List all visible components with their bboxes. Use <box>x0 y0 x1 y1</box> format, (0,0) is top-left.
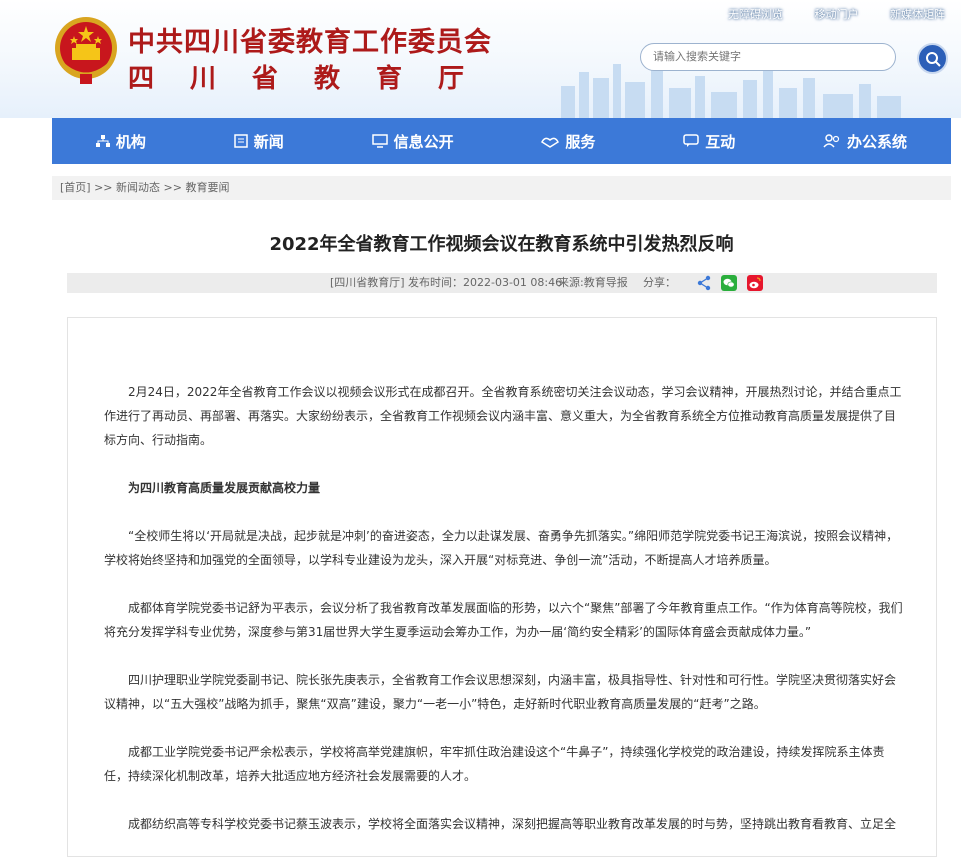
search-input[interactable] <box>640 43 896 71</box>
nav-item-news[interactable]: 新闻 <box>233 131 284 152</box>
accessibility-link[interactable]: 无障碍浏览 <box>728 6 783 22</box>
national-emblem-logo <box>55 17 117 84</box>
breadcrumb-edu-news[interactable]: 教育要闻 <box>185 181 229 194</box>
site-header: 无障碍浏览 移动门户 新媒体矩阵 中共四川省委教育工作委员会 四川省教育厅 <box>0 0 961 118</box>
article-title: 2022年全省教育工作视频会议在教育系统中引发热烈反响 <box>269 234 734 255</box>
users-icon <box>823 134 840 148</box>
publish-time: 发布时间：2022-03-01 08:46 <box>408 276 563 289</box>
mobile-portal-link[interactable]: 移动门户 <box>815 6 859 22</box>
main-nav: 机构 新闻 信息公开 服务 互动 办公系统 <box>52 118 951 164</box>
search-button[interactable] <box>917 43 948 74</box>
article-meta: [四川省教育厅] 发布时间：2022-03-01 08:46 来源:教育导报 分… <box>67 273 937 293</box>
article-source: 来源:教育导报 <box>558 276 628 289</box>
source-tag: [四川省教育厅] <box>330 276 405 289</box>
nav-label: 办公系统 <box>847 132 908 151</box>
breadcrumb-sep: >> <box>163 181 182 194</box>
share-label: 分享： <box>643 276 676 289</box>
wechat-icon[interactable] <box>721 275 737 291</box>
site-subtitle-cn: 四川省教育厅 <box>128 64 501 94</box>
weibo-icon[interactable] <box>747 275 763 291</box>
breadcrumb: [首页] >> 新闻动态 >> 教育要闻 <box>52 176 951 200</box>
article-paragraph: 四川护理职业学院党委副书记、院长张先庚表示，全省教育工作会议思想深刻，内涵丰富，… <box>104 673 897 711</box>
nav-item-office-system[interactable]: 办公系统 <box>823 131 907 152</box>
article-paragraph: 成都工业学院党委书记严余松表示，学校将高举党建旗帜，牢牢抓住政治建设这个“牛鼻子… <box>104 745 885 783</box>
nav-item-info-public[interactable]: 信息公开 <box>371 131 454 152</box>
site-title-cn: 中共四川省委教育工作委员会 <box>128 27 492 58</box>
article-paragraph: 2月24日，2022年全省教育工作会议以视频会议形式在成都召开。全省教育系统密切… <box>104 385 902 447</box>
top-links: 无障碍浏览 移动门户 新媒体矩阵 <box>700 6 945 22</box>
article-paragraph: “全校师生将以‘开局就是决战，起步就是冲刺’的奋进姿态，全力以赴谋发展、奋勇争先… <box>104 529 899 567</box>
nav-item-service[interactable]: 服务 <box>541 131 595 152</box>
search-icon <box>925 51 941 67</box>
monitor-icon <box>371 134 388 148</box>
news-icon <box>233 134 248 148</box>
nav-label: 互动 <box>705 132 736 151</box>
article-subheading: 为四川教育高质量发展贡献高校力量 <box>128 481 321 495</box>
article-body: 2月24日，2022年全省教育工作会议以视频会议形式在成都召开。全省教育系统密切… <box>67 317 937 857</box>
new-media-link[interactable]: 新媒体矩阵 <box>890 6 945 22</box>
nav-label: 机构 <box>115 132 146 151</box>
nav-item-interact[interactable]: 互动 <box>683 131 735 152</box>
org-icon <box>95 135 110 147</box>
breadcrumb-sep: >> <box>94 181 113 194</box>
nav-label: 信息公开 <box>393 132 454 151</box>
nav-label: 新闻 <box>253 132 284 151</box>
chat-icon <box>683 134 699 147</box>
nav-label: 服务 <box>565 132 596 151</box>
article-paragraph: 成都纺织高等专科学校党委书记蔡玉波表示，学校将全面落实会议精神，深刻把握高等职业… <box>128 817 897 831</box>
breadcrumb-home[interactable]: [首页] <box>60 181 91 194</box>
service-icon <box>541 137 560 148</box>
breadcrumb-news[interactable]: 新闻动态 <box>116 181 160 194</box>
nav-item-org[interactable]: 机构 <box>95 131 146 152</box>
share-icon[interactable] <box>696 275 712 291</box>
article-paragraph: 成都体育学院党委书记舒为平表示，会议分析了我省教育改革发展面临的形势，以六个“聚… <box>104 601 903 639</box>
